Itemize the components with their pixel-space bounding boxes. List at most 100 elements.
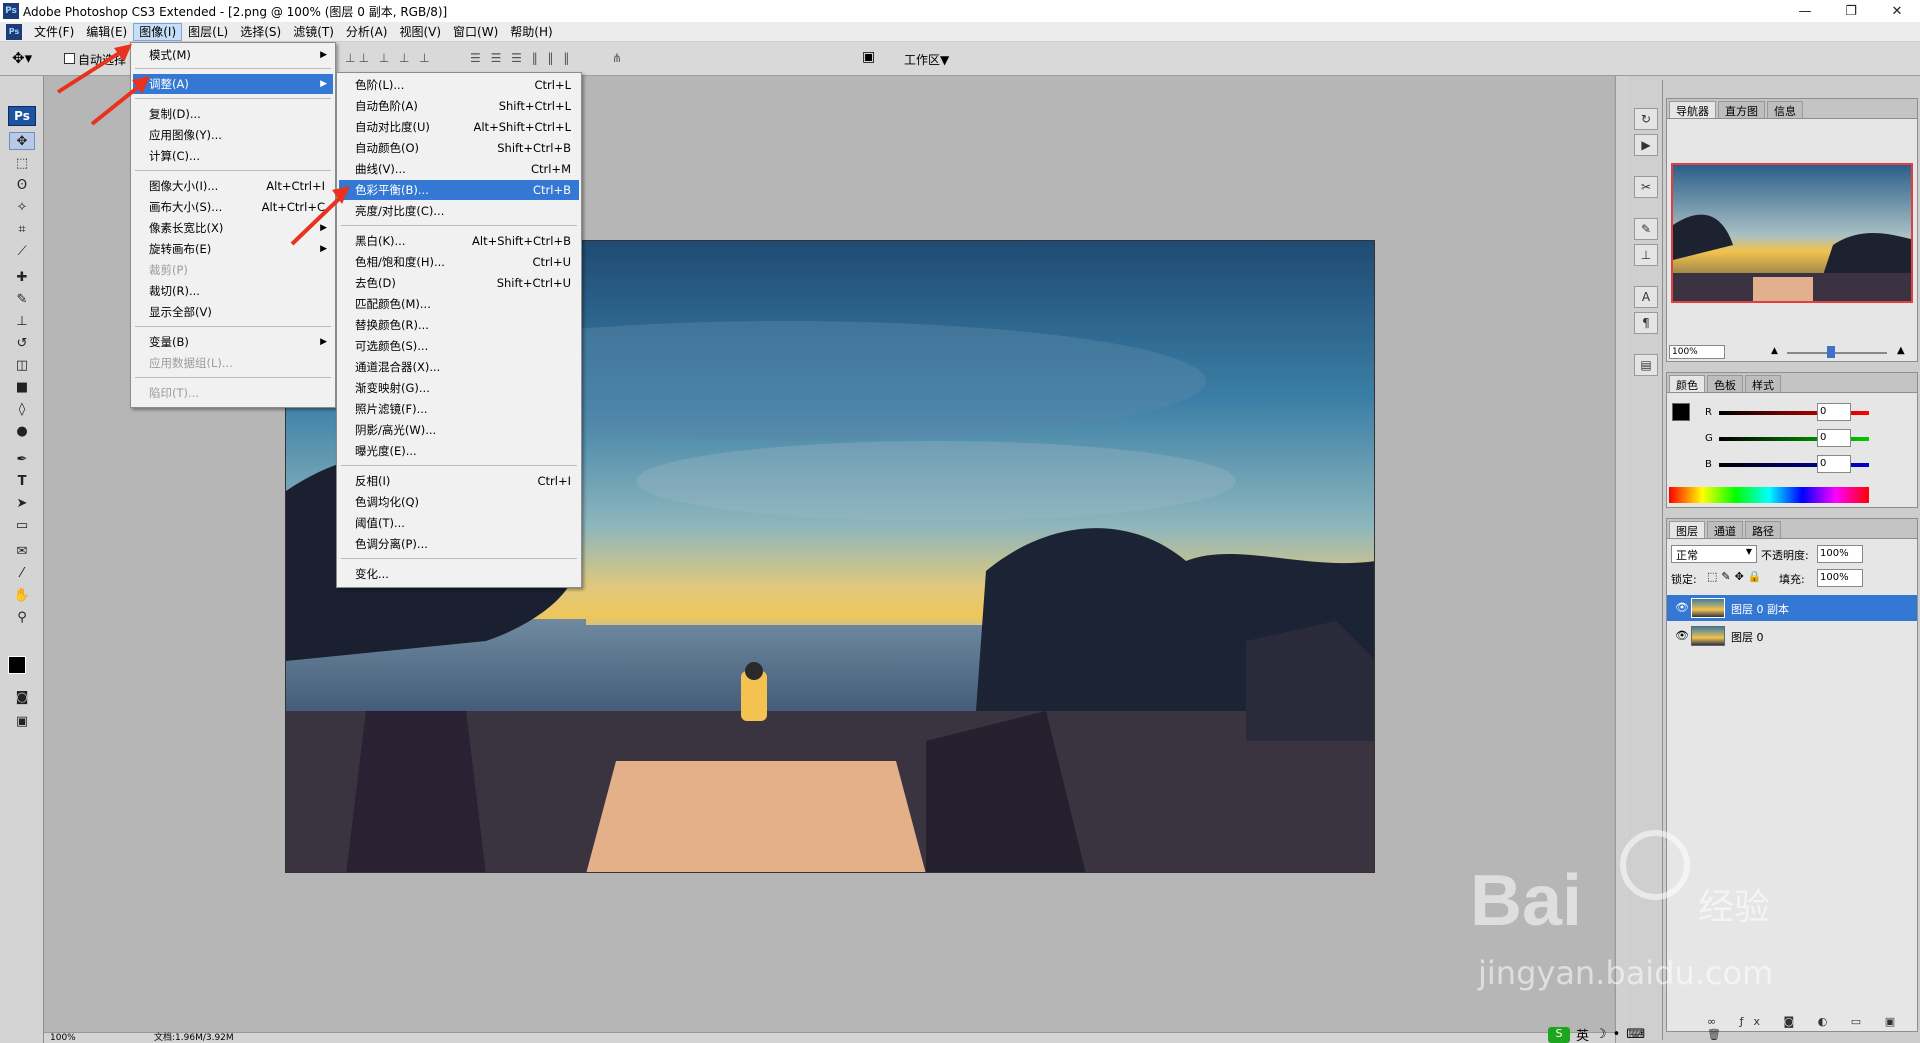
menu-item-selective-color[interactable]: 可选颜色(S)... (339, 336, 579, 356)
menu-item-posterize[interactable]: 色调分离(P)... (339, 534, 579, 554)
tab-layers[interactable]: 图层 (1669, 521, 1705, 538)
navigator-thumbnail[interactable] (1671, 163, 1913, 303)
zoom-in-icon[interactable]: ▲ (1897, 345, 1905, 356)
menu-view[interactable]: 视图(V) (393, 23, 447, 41)
menu-layer[interactable]: 图层(L) (182, 23, 234, 41)
bridge-icon[interactable]: ▣ (862, 49, 875, 65)
actions-panel-icon[interactable]: ▶ (1634, 134, 1658, 156)
foreground-color-swatch[interactable] (8, 656, 26, 674)
blur-tool-icon[interactable]: ◊ (9, 400, 35, 418)
channel-b-value[interactable]: 0 (1817, 455, 1851, 473)
eraser-tool-icon[interactable]: ◫ (9, 356, 35, 374)
document-icon[interactable]: Ps (6, 23, 22, 40)
menu-item-exposure[interactable]: 曝光度(E)... (339, 441, 579, 461)
menu-item-adjustments[interactable]: 调整(A) ▶ (133, 74, 333, 94)
menu-item-color-balance[interactable]: 色彩平衡(B)... Ctrl+B (339, 180, 579, 200)
zoom-out-icon[interactable]: ▲ (1771, 346, 1778, 356)
menu-item-calculations[interactable]: 计算(C)... (133, 146, 333, 166)
lasso-tool-icon[interactable]: ʘ (9, 176, 35, 194)
workspace-button[interactable]: 工作区▼ (904, 51, 949, 68)
stamp-tool-icon[interactable]: ⊥ (9, 312, 35, 330)
tab-info[interactable]: 信息 (1767, 101, 1803, 118)
fill-field[interactable]: 100% (1817, 569, 1863, 587)
history-panel-icon[interactable]: ↻ (1634, 108, 1658, 130)
opacity-field[interactable]: 100% (1817, 545, 1863, 563)
move-tool-icon[interactable]: ✥ (9, 132, 35, 150)
menu-item-pixel-aspect[interactable]: 像素长宽比(X) ▶ (133, 218, 333, 238)
menu-item-channel-mixer[interactable]: 通道混合器(X)... (339, 357, 579, 377)
menu-item-curves[interactable]: 曲线(V)... Ctrl+M (339, 159, 579, 179)
menu-item-invert[interactable]: 反相(I) Ctrl+I (339, 471, 579, 491)
auto-align-icon[interactable]: ⋔ (612, 51, 622, 65)
channel-g-value[interactable]: 0 (1817, 429, 1851, 447)
menu-filter[interactable]: 滤镜(T) (287, 23, 340, 41)
menu-item-match-color[interactable]: 匹配颜色(M)... (339, 294, 579, 314)
menu-select[interactable]: 选择(S) (234, 23, 287, 41)
tab-histogram[interactable]: 直方图 (1718, 101, 1765, 118)
hand-tool-icon[interactable]: ✋ (9, 586, 35, 604)
zoom-slider[interactable] (1787, 352, 1887, 354)
close-button[interactable]: ✕ (1874, 0, 1920, 22)
character-panel-icon[interactable]: A (1634, 286, 1658, 308)
channel-r-value[interactable]: 0 (1817, 403, 1851, 421)
move-tool-icon[interactable]: ✥▾ (12, 49, 32, 67)
history-brush-icon[interactable]: ↺ (9, 334, 35, 352)
menu-item-equalize[interactable]: 色调均化(Q) (339, 492, 579, 512)
menu-item-duplicate[interactable]: 复制(D)... (133, 104, 333, 124)
tool-presets-icon[interactable]: ✂ (1634, 176, 1658, 198)
brush-tool-icon[interactable]: ✎ (9, 290, 35, 308)
menu-item-mode[interactable]: 模式(M) ▶ (133, 45, 333, 65)
path-select-icon[interactable]: ➤ (9, 494, 35, 512)
tab-paths[interactable]: 路径 (1745, 521, 1781, 538)
color-fg-swatch[interactable] (1672, 403, 1690, 421)
menu-item-desaturate[interactable]: 去色(D) Shift+Ctrl+U (339, 273, 579, 293)
screen-mode-icon[interactable]: ▣ (9, 712, 35, 730)
menu-item-image-size[interactable]: 图像大小(I)... Alt+Ctrl+I (133, 176, 333, 196)
menu-help[interactable]: 帮助(H) (504, 23, 558, 41)
auto-select-checkbox[interactable] (64, 53, 75, 64)
menu-file[interactable]: 文件(F) (28, 23, 80, 41)
menu-item-hue-saturation[interactable]: 色相/饱和度(H)... Ctrl+U (339, 252, 579, 272)
minimize-button[interactable]: — (1782, 0, 1828, 22)
menu-item-threshold[interactable]: 阈值(T)... (339, 513, 579, 533)
layer-actions-icons[interactable]: ∞ ƒx ◙ ◐ ▭ ▣ 🗑 (1707, 1015, 1917, 1041)
menu-item-auto-levels[interactable]: 自动色阶(A) Shift+Ctrl+L (339, 96, 579, 116)
layer-comps-icon[interactable]: ▤ (1634, 354, 1658, 376)
shape-tool-icon[interactable]: ▭ (9, 516, 35, 534)
gradient-tool-icon[interactable]: ■ (9, 378, 35, 396)
eye-icon[interactable]: 👁 (1675, 601, 1689, 614)
menu-item-auto-color[interactable]: 自动颜色(O) Shift+Ctrl+B (339, 138, 579, 158)
tab-channels[interactable]: 通道 (1707, 521, 1743, 538)
menu-item-shadow-highlight[interactable]: 阴影/高光(W)... (339, 420, 579, 440)
tab-swatches[interactable]: 色板 (1707, 375, 1743, 392)
layer-row[interactable]: 👁 图层 0 副本 (1667, 595, 1917, 621)
tab-navigator[interactable]: 导航器 (1669, 101, 1716, 118)
ime-indicator[interactable]: S 英 ☽ • ⌨ (1548, 1025, 1645, 1043)
navigator-zoom-field[interactable]: 100% (1669, 345, 1725, 359)
zoom-tool-icon[interactable]: ⚲ (9, 608, 35, 626)
menu-item-brightness-contrast[interactable]: 亮度/对比度(C)... (339, 201, 579, 221)
menu-item-reveal-all[interactable]: 显示全部(V) (133, 302, 333, 322)
menu-item-apply-image[interactable]: 应用图像(Y)... (133, 125, 333, 145)
quick-mask-icon[interactable]: ◙ (9, 688, 35, 706)
menu-item-rotate-canvas[interactable]: 旋转画布(E) ▶ (133, 239, 333, 259)
menu-analysis[interactable]: 分析(A) (340, 23, 394, 41)
menu-item-replace-color[interactable]: 替换颜色(R)... (339, 315, 579, 335)
menu-window[interactable]: 窗口(W) (447, 23, 504, 41)
vertical-scrollbar[interactable] (1615, 76, 1629, 1043)
eyedropper-icon[interactable]: ⁄ (9, 564, 35, 582)
clone-source-icon[interactable]: ⊥ (1634, 244, 1658, 266)
slice-tool-icon[interactable]: ⟋ (9, 242, 35, 260)
menu-item-photo-filter[interactable]: 照片滤镜(F)... (339, 399, 579, 419)
type-tool-icon[interactable]: T (9, 472, 35, 490)
menu-item-trim[interactable]: 裁切(R)... (133, 281, 333, 301)
menu-item-variations[interactable]: 变化... (339, 564, 579, 584)
dodge-tool-icon[interactable]: ● (9, 422, 35, 440)
color-spectrum-bar[interactable] (1669, 487, 1869, 503)
brushes-panel-icon[interactable]: ✎ (1634, 218, 1658, 240)
magic-wand-icon[interactable]: ✧ (9, 198, 35, 216)
menu-image[interactable]: 图像(I) (133, 22, 183, 41)
marquee-tool-icon[interactable]: ⬚ (9, 154, 35, 172)
menu-item-variables[interactable]: 变量(B) ▶ (133, 332, 333, 352)
eye-icon[interactable]: 👁 (1675, 629, 1689, 642)
